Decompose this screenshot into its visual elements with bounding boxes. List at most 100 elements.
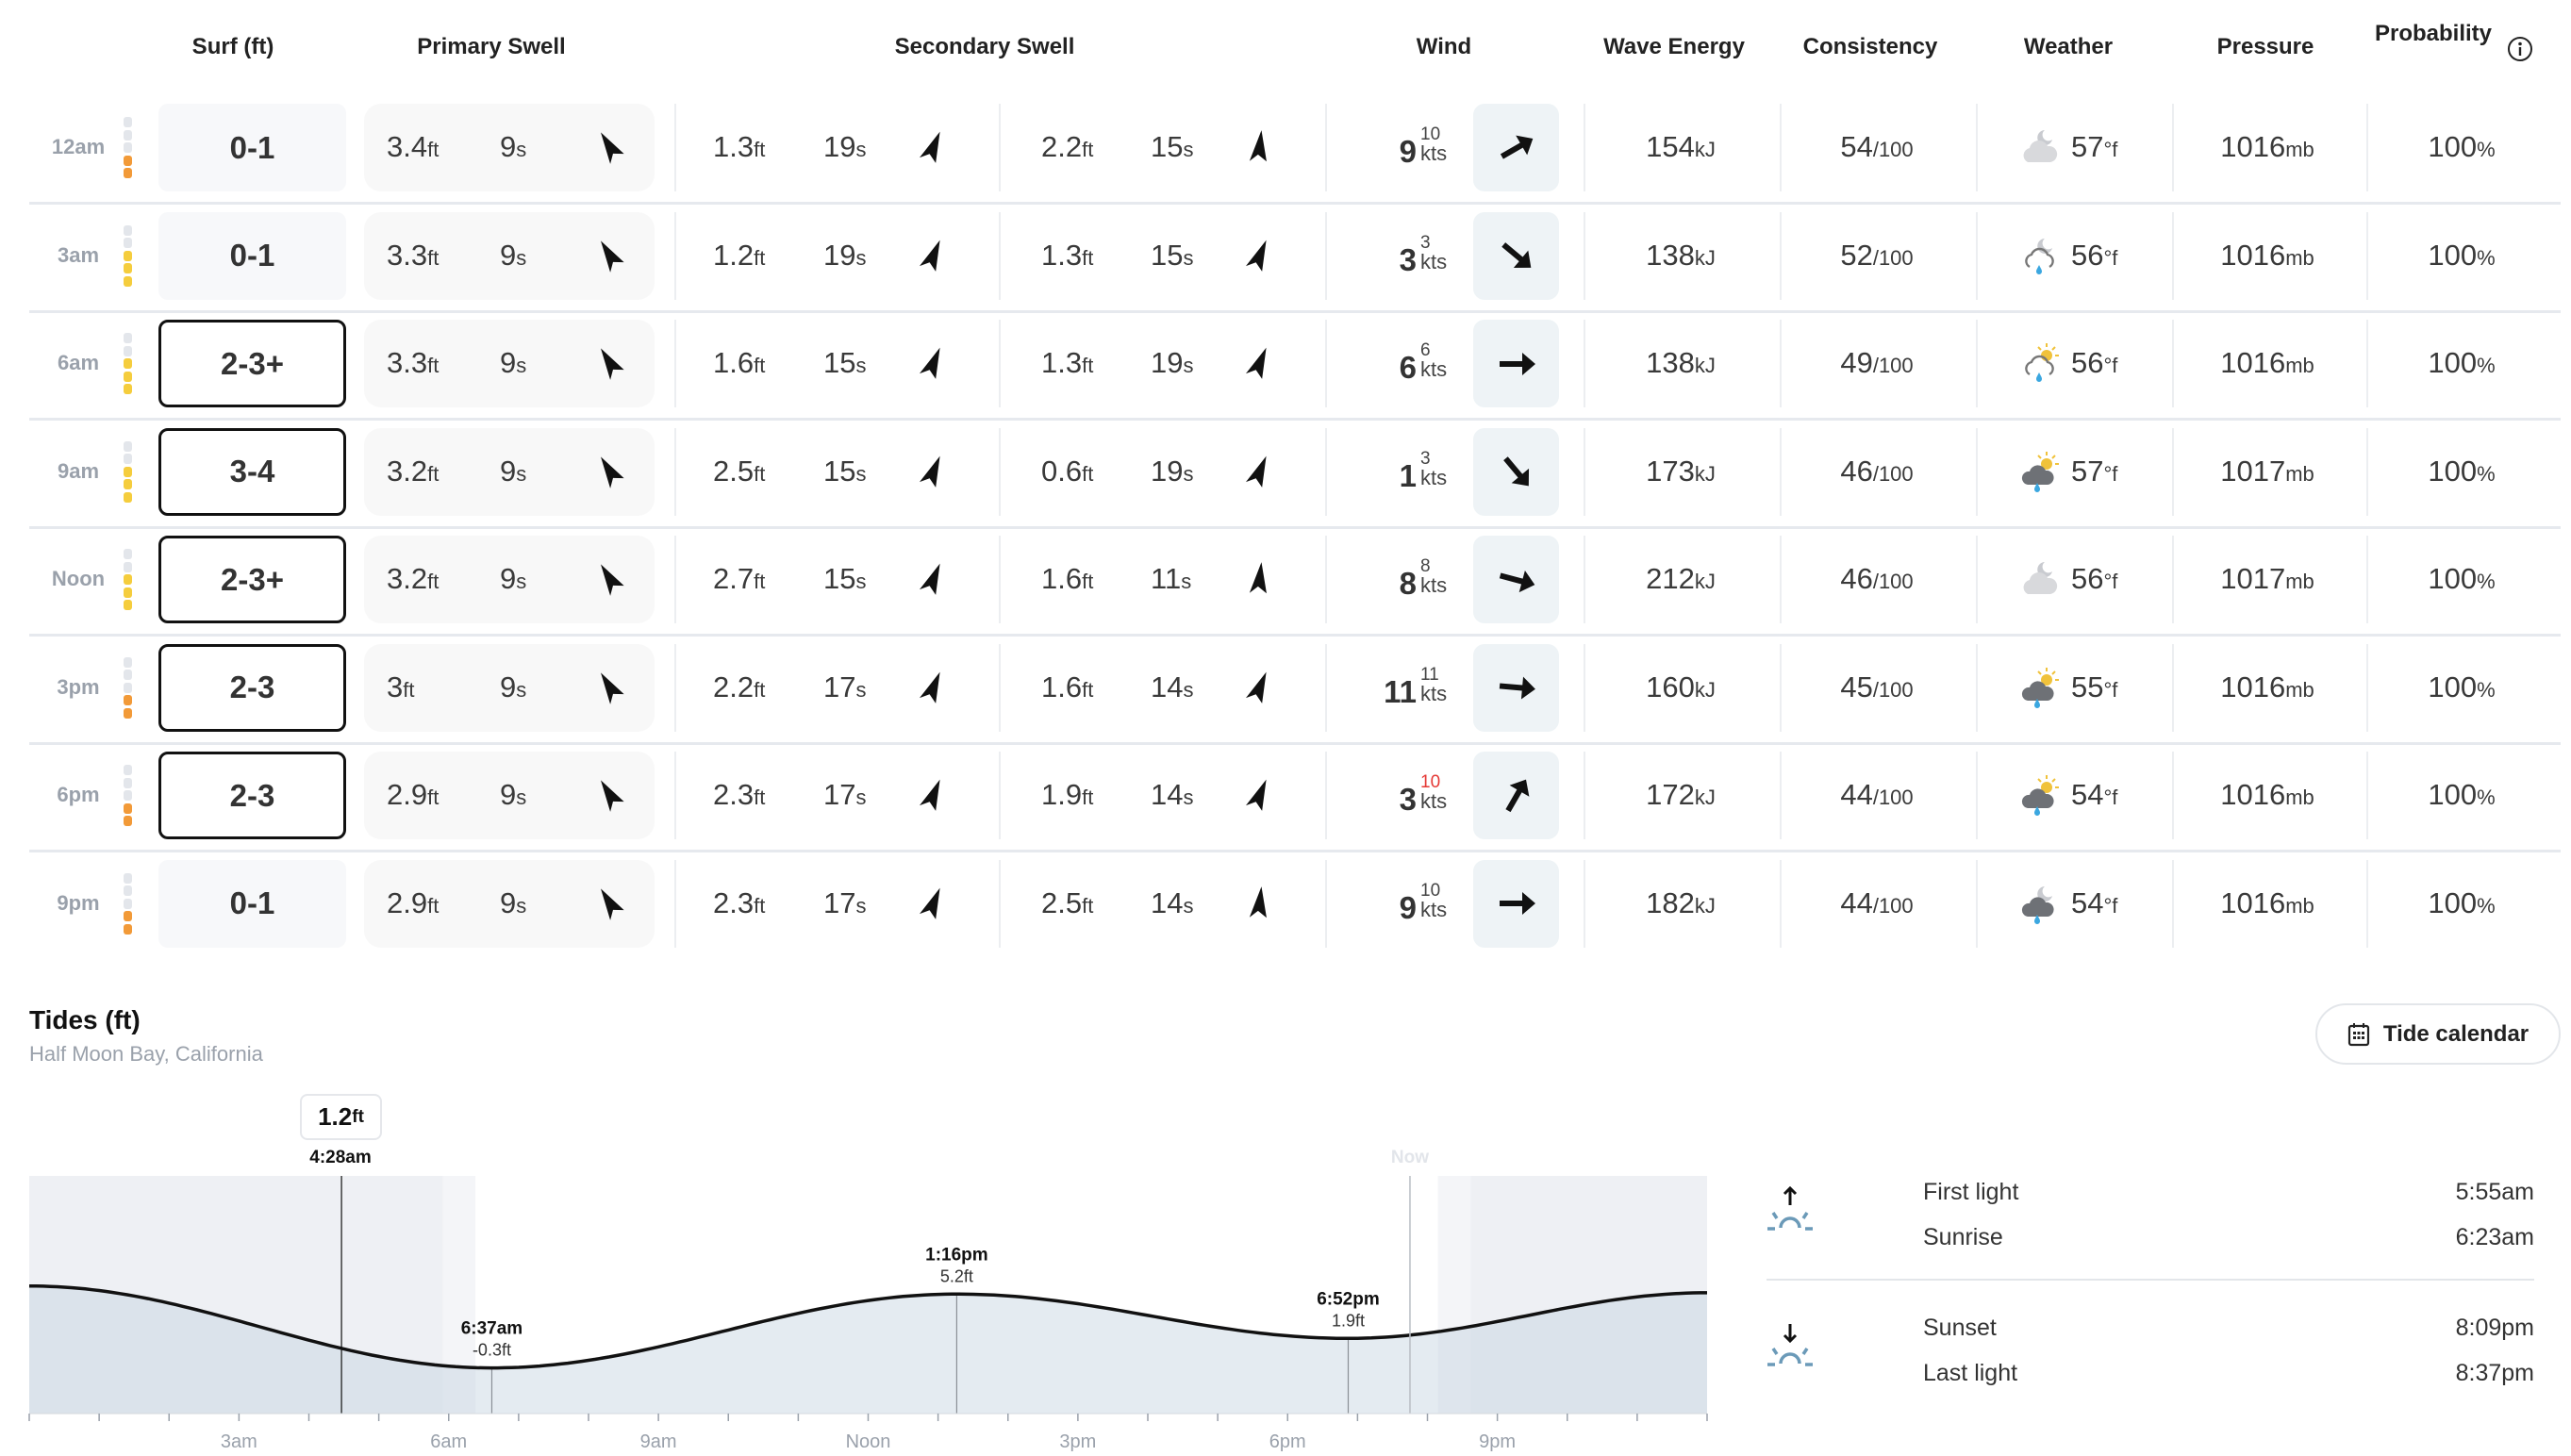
weather-rain-day-icon: [2021, 667, 2059, 708]
forecast-row[interactable]: 6am 2-3+ 3.3ft 9s 1.6ft 15s 1.3ft 19s 6 6 kts 138kJ…: [0, 320, 2571, 427]
secondary-swell-2-direction-icon: [1249, 885, 1267, 918]
rating-segment: [124, 371, 132, 382]
weather-temp-value: 57: [2071, 454, 2104, 488]
header-weather: Weather: [2023, 34, 2114, 59]
secondary-swell-2-direction-icon: [1245, 671, 1267, 703]
secondary-swell-2-height-value: 1.3: [1041, 238, 1083, 272]
rating-bar: [124, 224, 132, 290]
column-divider: [999, 643, 1001, 732]
sunrise-time: 6:23am: [2455, 1224, 2534, 1250]
wind-speed: 8 8 kts: [1386, 556, 1462, 604]
pressure-value: 1016: [2220, 778, 2286, 811]
wind-speed-value: 6: [1399, 350, 1417, 385]
probability-value: 100: [2428, 346, 2478, 379]
column-divider: [2172, 536, 2174, 623]
secondary-swell-1-period-value: 17: [823, 778, 856, 811]
surf-height[interactable]: 2-3: [158, 643, 346, 732]
forecast-row[interactable]: 6pm 2-3 2.9ft 9s 2.3ft 17s 1.9ft 14s 3 10 kts 172kJ…: [0, 752, 2571, 859]
tide-extreme-height: -0.3ft: [473, 1341, 511, 1360]
column-divider: [1325, 643, 1327, 732]
forecast-row[interactable]: 12am 0-1 3.4ft 9s 1.3ft 19s 2.2ft 15s 9 10 kts 154k…: [0, 104, 2571, 211]
surf-height[interactable]: 2-3+: [158, 320, 346, 407]
secondary-swell-1-period-value: 17: [823, 670, 856, 703]
secondary-swell-2-period-unit: s: [1183, 893, 1194, 918]
primary-swell-period-unit: s: [516, 677, 527, 702]
secondary-swell-2-period-unit: s: [1183, 786, 1194, 809]
info-icon[interactable]: [2507, 36, 2533, 62]
surf-height[interactable]: 0-1: [158, 104, 346, 191]
primary-swell-period: 9s: [500, 778, 526, 812]
primary-swell-period-unit: s: [516, 245, 527, 270]
tide-tick-label: 9pm: [1479, 1431, 1516, 1452]
pressure-unit: mb: [2285, 354, 2314, 377]
secondary-swell-1-height-value: 2.7: [713, 562, 755, 595]
header-wind: Wind: [1416, 34, 1472, 59]
surf-height[interactable]: 2-3+: [158, 536, 346, 623]
consistency: 46/100: [1840, 562, 1913, 596]
wind-speed-value: 3: [1399, 241, 1417, 277]
forecast-row[interactable]: 3am 0-1 3.3ft 9s 1.2ft 19s 1.3ft 15s 3 3 kts 138kJ 5…: [0, 211, 2571, 320]
tide-hover-time: 4:28am: [309, 1148, 372, 1167]
column-divider: [674, 104, 676, 191]
pressure: 1016mb: [2220, 239, 2314, 273]
secondary-swell-2-height: 1.9ft: [1041, 778, 1093, 812]
probability-unit: %: [2477, 138, 2496, 161]
weather-rain-night-icon: [2025, 238, 2054, 274]
calendar-icon: [2347, 1022, 2369, 1046]
wind-direction-box: [1473, 320, 1559, 407]
secondary-swell-2-period-value: 15: [1151, 130, 1184, 163]
surf-height[interactable]: 3-4: [158, 427, 346, 516]
probability: 100%: [2428, 346, 2495, 380]
rating-segment: [124, 454, 132, 464]
primary-swell-height-value: 3.4: [387, 130, 428, 163]
tide-extreme-time: 6:52pm: [1317, 1289, 1380, 1309]
surf-height[interactable]: 0-1: [158, 859, 346, 948]
column-divider: [999, 211, 1001, 300]
tide-calendar-button[interactable]: Tide calendar: [2315, 1003, 2561, 1065]
secondary-swell-2-period: 19s: [1151, 346, 1193, 380]
secondary-swell-2-height: 1.6ft: [1041, 670, 1093, 704]
secondary-swell-2-height: 2.2ft: [1041, 130, 1093, 164]
forecast-row[interactable]: 9am 3-4 3.2ft 9s 2.5ft 15s 0.6ft 19s 1 3 kts 173kJ 4…: [0, 427, 2571, 536]
forecast-row[interactable]: 3pm 2-3 3ft 9s 2.2ft 17s 1.6ft 14s 11 11 kts 160kJ 4…: [0, 643, 2571, 752]
primary-swell-period-unit: s: [516, 893, 527, 918]
surf-height[interactable]: 2-3: [158, 752, 346, 839]
column-divider: [1584, 859, 1585, 948]
primary-swell-height-value: 3.2: [387, 562, 428, 595]
consistency-value: 46: [1840, 562, 1873, 595]
column-divider: [1584, 427, 1585, 516]
primary-swell-height-value: 3: [387, 670, 404, 703]
weather-temp-unit: °f: [2103, 245, 2118, 270]
weather-cloudy-night-icon: [2023, 562, 2058, 594]
rating-segment: [124, 777, 132, 788]
primary-swell-height: 3.3ft: [387, 239, 439, 273]
weather-rain-day-icon: [2021, 451, 2059, 492]
wave-energy-unit: kJ: [1694, 461, 1716, 486]
secondary-swell-2-period: 15s: [1151, 239, 1193, 273]
wave-energy: 172kJ: [1646, 778, 1716, 812]
rating-segment: [124, 682, 132, 693]
secondary-swell-2-period-value: 19: [1151, 346, 1184, 379]
secondary-swell-1-height-unit: ft: [754, 893, 766, 918]
rating-segment: [124, 574, 132, 585]
primary-swell-period-value: 9: [500, 562, 517, 595]
surf-height[interactable]: 0-1: [158, 211, 346, 300]
wind-speed-value: 1: [1399, 457, 1417, 493]
primary-swell-direction-icon: [601, 240, 624, 273]
header-probability: Probability: [2374, 21, 2493, 46]
column-divider: [999, 427, 1001, 516]
forecast-row[interactable]: 9pm 0-1 2.9ft 9s 2.3ft 17s 2.5ft 14s 9 10 kts 182kJ…: [0, 859, 2571, 968]
tide-chart[interactable]: 6:37am -0.3ft 1:16pm5.2ft 6:52pm 1.9ft 3am 6am…: [28, 1176, 1708, 1456]
secondary-swell-2-period: 19s: [1151, 455, 1193, 488]
column-divider: [2172, 752, 2174, 839]
weather-temp-value: 54: [2071, 885, 2104, 919]
probability-value: 100: [2428, 885, 2478, 919]
weather-rain-day-light-icon: [2025, 343, 2059, 382]
forecast-row[interactable]: Noon 2-3+ 3.2ft 9s 2.7ft 15s 1.6ft 11s 8 8 kts 212k…: [0, 536, 2571, 643]
header-primary-swell: Primary Swell: [417, 34, 566, 59]
wave-energy-unit: kJ: [1694, 893, 1716, 918]
sun-divider: [1767, 1279, 2534, 1281]
secondary-swell-2-height-unit: ft: [1082, 893, 1094, 918]
primary-swell-height-unit: ft: [427, 461, 440, 486]
secondary-swell-2-direction-icon: [1245, 240, 1267, 272]
